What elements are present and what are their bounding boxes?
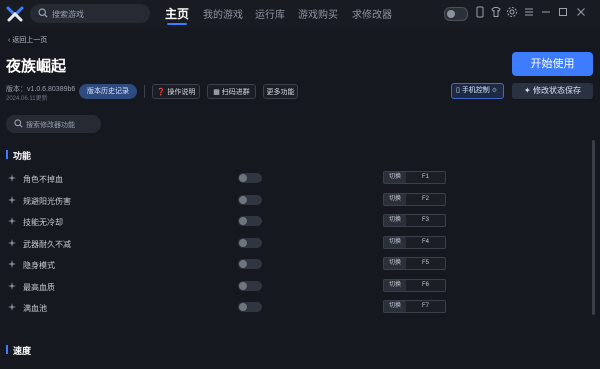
- settings-icon: ⚙: [491, 88, 498, 94]
- feature-name: 最高血质: [23, 282, 55, 292]
- hotkey-mode-label: 切换: [384, 258, 406, 269]
- back-link[interactable]: ‹ 返回上一页: [8, 35, 47, 45]
- hotkey-mode-label: 切换: [384, 193, 406, 205]
- hotkey-field[interactable]: 切换 F5: [383, 257, 446, 270]
- phone-icon[interactable]: [474, 6, 486, 18]
- feature-row: 武器耐久不减 切换 F4: [0, 233, 585, 254]
- feature-row: 满血池 切换 F7: [0, 297, 585, 318]
- instructions-button[interactable]: ❓ 操作说明: [152, 84, 200, 99]
- filter-placeholder: 搜索修改器功能: [26, 122, 75, 129]
- hotkey-field[interactable]: 切换 F1: [383, 171, 446, 184]
- feature-name: 隐身模式: [23, 261, 55, 270]
- trainer-search-input[interactable]: 搜索修改器功能: [6, 115, 101, 133]
- game-search-input[interactable]: 搜索游戏: [30, 4, 150, 23]
- feature-row: 角色不掉血 切换 F1: [0, 168, 585, 189]
- sparkle-icon: [8, 174, 16, 182]
- feature-row: 隐身模式 切换 F5: [0, 254, 585, 275]
- sparkle-icon: [8, 260, 16, 268]
- scan-join-button[interactable]: ▦ 扫码进群: [207, 84, 256, 99]
- hotkey-mode-label: 切换: [384, 172, 406, 183]
- nav-runtime[interactable]: 运行库: [255, 6, 285, 21]
- menu-icon[interactable]: [523, 6, 535, 18]
- sparkle-icon: ✦: [524, 86, 531, 95]
- feature-name: 技能无冷却: [23, 218, 63, 227]
- mobile-label: 手机控制: [461, 87, 490, 94]
- feature-toggle[interactable]: [238, 216, 262, 226]
- save-state-button[interactable]: ✦ 修改状态保存: [512, 83, 593, 99]
- hotkey-key: F4: [422, 238, 430, 245]
- save-label: 修改状态保存: [532, 86, 581, 95]
- maximize-icon[interactable]: [557, 6, 569, 18]
- feature-toggle[interactable]: [238, 302, 262, 312]
- feature-row: 最高血质 切换 F6: [0, 276, 585, 297]
- hotkey-field[interactable]: 切换 F6: [383, 278, 446, 292]
- update-date: 2024.06.11更新: [6, 96, 48, 102]
- hotkey-field[interactable]: 切换 F7: [383, 300, 446, 313]
- feature-toggle[interactable]: [238, 259, 262, 269]
- qr-icon: ▦: [213, 89, 220, 96]
- version-history-button[interactable]: 版本历史记录: [79, 84, 137, 99]
- shirt-icon[interactable]: [490, 6, 502, 18]
- nav-request-trainer[interactable]: 求修改器: [352, 6, 392, 21]
- close-icon[interactable]: [575, 6, 587, 18]
- feature-toggle[interactable]: [238, 237, 262, 248]
- search-icon: [38, 8, 48, 18]
- feature-name: 角色不掉血: [23, 175, 63, 184]
- nav-game-purchase[interactable]: 游戏购买: [298, 6, 338, 21]
- scan-label: 扫码进群: [221, 89, 250, 96]
- feature-row: 规避阳光伤害 切换 F2: [0, 190, 585, 211]
- game-title: 夜族崛起: [6, 58, 67, 75]
- app-logo-icon[interactable]: [6, 5, 24, 23]
- sparkle-icon: [8, 303, 16, 311]
- hotkey-mode-label: 切换: [384, 301, 406, 312]
- feature-row: 技能无冷却 切换 F3: [0, 211, 585, 232]
- sparkle-icon: [8, 195, 16, 204]
- nav-my-games[interactable]: 我的游戏: [203, 6, 243, 21]
- start-button[interactable]: 开始使用: [512, 52, 593, 76]
- search-placeholder: 搜索游戏: [52, 10, 84, 19]
- feature-toggle[interactable]: [238, 173, 262, 183]
- phone-icon: ▯: [456, 87, 460, 94]
- hotkey-mode-label: 切换: [384, 215, 406, 226]
- hotkey-key: F6: [422, 281, 430, 288]
- settings-icon[interactable]: [506, 6, 518, 18]
- hotkey-key: F7: [422, 303, 430, 309]
- feature-name: 规避阳光伤害: [23, 196, 71, 206]
- hotkey-key: F5: [422, 260, 430, 266]
- feature-name: 满血池: [23, 304, 47, 313]
- scrollbar[interactable]: [592, 140, 595, 315]
- hotkey-key: F1: [422, 174, 430, 180]
- sparkle-icon: [8, 281, 16, 290]
- help-icon: ❓: [156, 89, 166, 96]
- hotkey-field[interactable]: 切换 F3: [383, 214, 446, 227]
- nav-active-indicator: [167, 23, 187, 25]
- instructions-label: 操作说明: [167, 89, 196, 96]
- hotkey-field[interactable]: 切换 F2: [383, 192, 446, 206]
- feature-toggle[interactable]: [238, 194, 262, 205]
- hotkey-key: F2: [422, 195, 430, 202]
- more-features-button[interactable]: 更多功能: [263, 84, 298, 99]
- hotkey-field[interactable]: 切换 F4: [383, 235, 446, 249]
- sparkle-icon: [8, 217, 16, 225]
- section-title: 速度: [13, 346, 32, 356]
- mode-toggle[interactable]: [444, 7, 468, 21]
- back-label: 返回上一页: [12, 37, 48, 44]
- minimize-icon[interactable]: [540, 6, 552, 18]
- nav-home[interactable]: 主页: [165, 5, 189, 22]
- toolbar-divider: [144, 85, 145, 98]
- search-icon: [14, 119, 23, 128]
- hotkey-mode-label: 切换: [384, 279, 406, 291]
- hotkey-key: F3: [422, 217, 430, 223]
- sparkle-icon: [8, 238, 16, 247]
- hotkey-mode-label: 切换: [384, 236, 406, 248]
- section-title: 功能: [13, 151, 32, 161]
- mobile-control-button[interactable]: ▯ 手机控制 ⚙: [451, 83, 504, 99]
- feature-toggle[interactable]: [238, 280, 262, 291]
- feature-name: 武器耐久不减: [23, 239, 71, 249]
